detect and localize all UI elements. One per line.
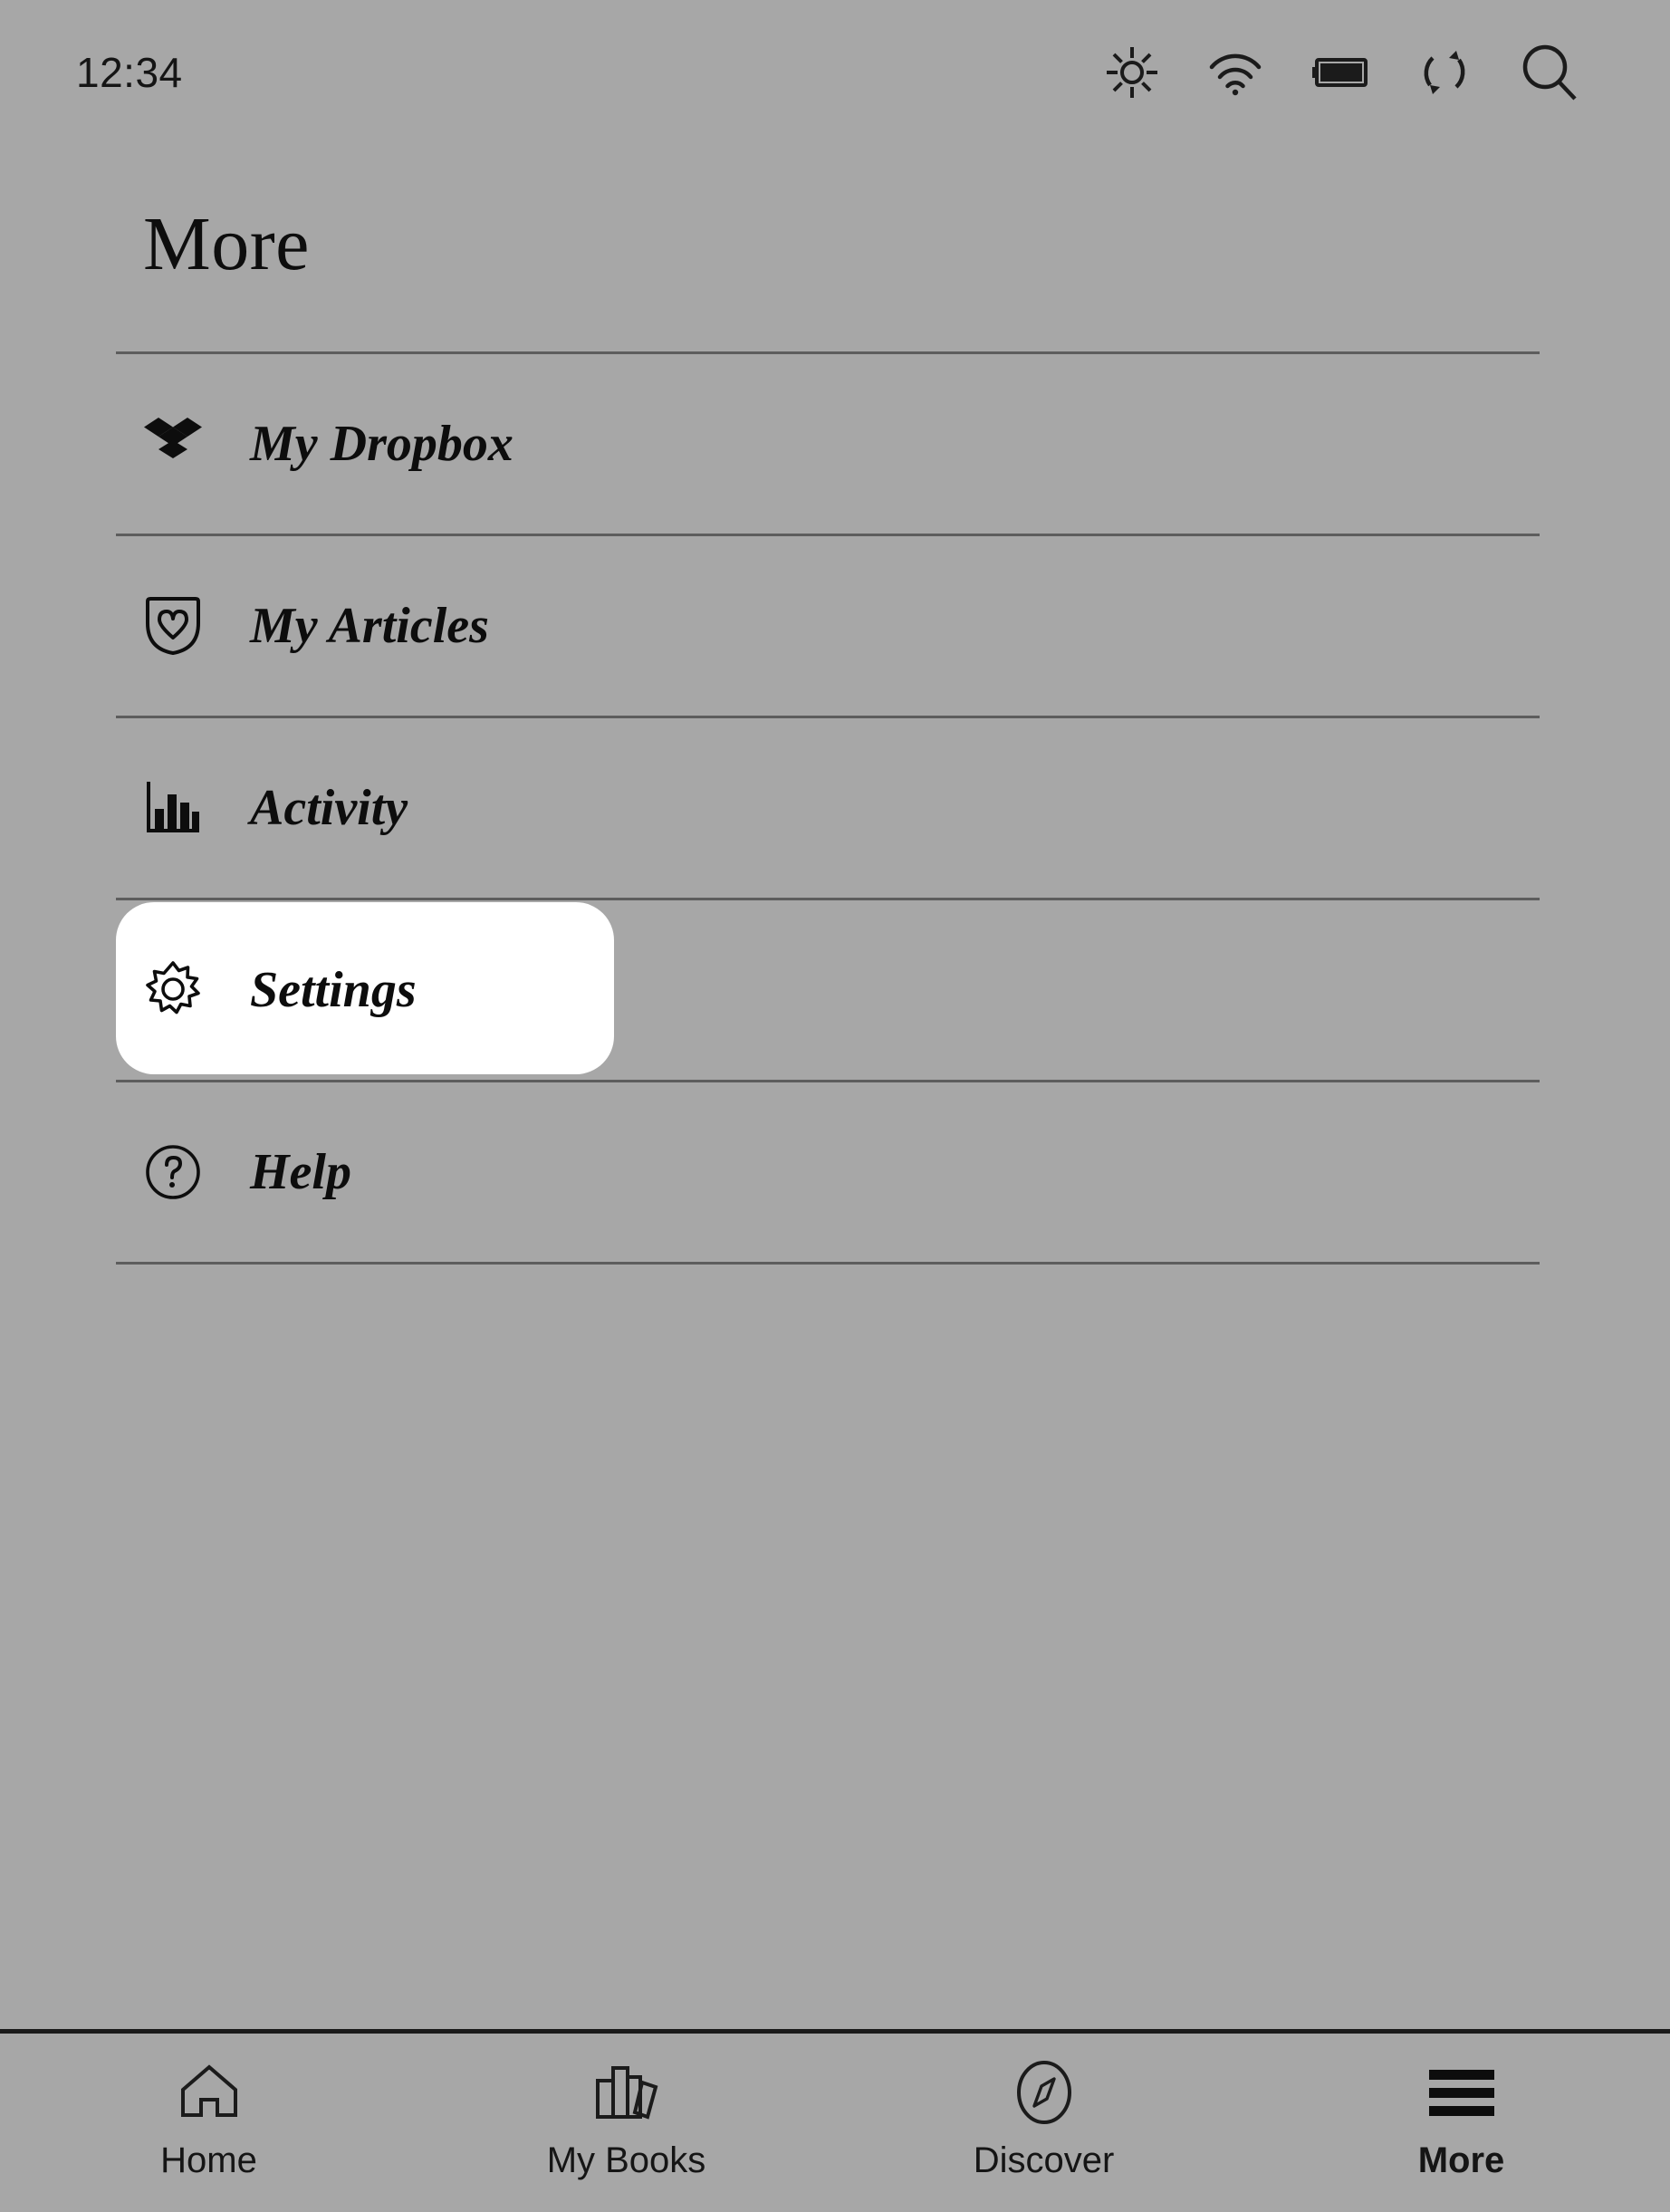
search-icon[interactable] <box>1520 43 1579 102</box>
page-title: More <box>143 207 310 283</box>
nav-tab-discover[interactable]: Discover <box>835 2034 1252 2212</box>
status-bar: 12:34 <box>0 0 1670 145</box>
nav-tab-label: More <box>1418 2142 1505 2178</box>
nav-tab-label: My Books <box>547 2142 706 2178</box>
bottom-navigation-bar: Home My Books <box>0 2029 1670 2212</box>
e-reader-screen: 12:34 <box>0 0 1670 2212</box>
nav-tab-label: Discover <box>974 2142 1115 2178</box>
menu-item-my-dropbox[interactable]: My Dropbox <box>116 354 1540 534</box>
menu-item-label: My Dropbox <box>250 418 513 469</box>
status-clock: 12:34 <box>76 52 183 93</box>
nav-tab-more[interactable]: More <box>1252 2034 1670 2212</box>
menu-item-label: Activity <box>250 783 408 833</box>
menu-item-my-articles[interactable]: My Articles <box>116 536 1540 716</box>
menu-item-label: Help <box>250 1147 351 1197</box>
menu-item-help[interactable]: Help <box>116 1082 1540 1262</box>
wifi-icon[interactable] <box>1206 49 1264 96</box>
status-bar-icons <box>1105 43 1579 102</box>
bar-chart-icon <box>141 776 205 840</box>
divider <box>116 1262 1540 1265</box>
question-circle-icon <box>141 1140 205 1204</box>
menu-item-label: Settings <box>250 965 417 1015</box>
home-icon <box>178 2057 241 2128</box>
dropbox-icon <box>141 412 205 476</box>
nav-tab-home[interactable]: Home <box>0 2034 418 2212</box>
hamburger-icon <box>1425 2057 1498 2128</box>
brightness-icon[interactable] <box>1105 45 1159 100</box>
pocket-icon <box>141 594 205 658</box>
books-icon <box>592 2057 661 2128</box>
sync-icon[interactable] <box>1416 44 1473 101</box>
gear-icon <box>141 958 205 1022</box>
more-menu-list: My Dropbox My Articles <box>116 351 1540 1265</box>
menu-item-activity[interactable]: Activity <box>116 718 1540 898</box>
battery-icon[interactable] <box>1311 55 1369 90</box>
menu-item-label: My Articles <box>250 601 489 651</box>
nav-tab-my-books[interactable]: My Books <box>418 2034 835 2212</box>
nav-tab-label: Home <box>160 2142 257 2178</box>
compass-icon <box>1013 2057 1076 2128</box>
menu-item-settings[interactable]: Settings <box>116 900 1540 1080</box>
